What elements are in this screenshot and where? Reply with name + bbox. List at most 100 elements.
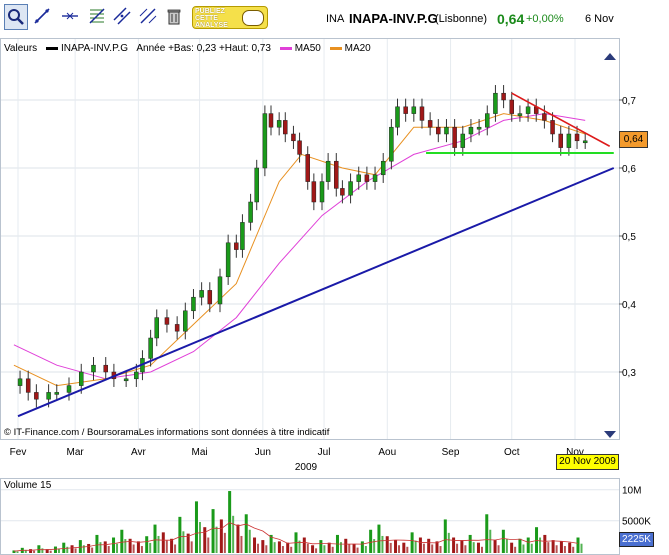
volume-bar [145,536,149,553]
volume-bar [103,541,107,553]
volume-bar [198,522,201,553]
volume-bar [240,535,243,553]
volume-bar [128,538,132,553]
volume-bar [248,529,251,553]
volume-bar [394,540,398,553]
volume-bar [215,526,218,553]
volume-bar [369,529,373,553]
volume-bar [286,542,290,553]
volume-bar [70,545,74,553]
volume-bar [91,547,94,553]
volume-bar [485,514,489,553]
volume-bar [543,534,547,553]
volume-bar [364,546,367,553]
volume-bar [344,538,348,553]
volume-bar [443,519,447,553]
volume-bar [112,537,116,553]
volume-bar [480,546,483,553]
volume-bar [563,546,566,553]
volume-bar [223,532,226,553]
volume-bar [116,543,119,553]
volume-bar [514,546,517,553]
volume-bar [74,548,77,553]
volume-bar [323,545,326,553]
volume-bar [493,540,497,553]
volume-bar [422,543,425,553]
volume-bar [99,542,102,553]
volume-bar [57,549,60,553]
volume-bar [306,543,309,553]
volume-bar [468,534,472,553]
volume-bar [472,542,475,553]
volume-bar [161,532,165,553]
volume-bar [228,491,232,553]
volume-bar [377,524,381,553]
volume-bar [132,544,135,553]
volume-bar [219,519,223,553]
volume-bar [456,543,459,553]
volume-bar [174,544,177,553]
volume-bar [277,541,281,553]
volume-bar [153,524,157,553]
volume-bar [373,539,376,553]
volume-bar [87,543,91,553]
volume-tick-label: 5000K [622,517,651,528]
volume-bar [95,534,99,553]
volume-bar [211,509,215,553]
volume-bar [207,537,210,553]
volume-bar [170,538,174,553]
volume-bar [402,542,406,553]
volume-bar [539,537,542,553]
volume-bar [460,540,464,553]
volume-bar [203,527,207,553]
volume-bar [49,550,52,553]
volume-bar [253,537,257,553]
volume-bar [510,542,514,553]
volume-bar [257,543,260,553]
volume-bar [194,501,198,553]
volume-bar [124,539,127,553]
volume-bar [348,544,351,553]
volume-bar [501,529,505,553]
volume-bar [78,540,82,553]
volume-bar [356,547,359,553]
volume-bar [476,542,480,553]
volume-bar [311,545,315,553]
volume-bar [16,551,19,553]
volume-bar [414,540,417,553]
volume-bar [244,514,248,553]
volume-bar [315,548,318,553]
volume-bar [464,545,467,553]
volume-bar [232,515,235,553]
volume-last-marker: 2225K [619,532,654,547]
volume-bar [319,540,323,553]
volume-bar [530,543,533,553]
volume-bar [37,545,41,553]
volume-bar [157,535,160,553]
volume-bar [427,538,431,553]
volume-bar [547,542,550,553]
volume-bar [53,546,57,553]
volume-bar [41,548,44,553]
volume-bar [33,550,36,553]
volume-bar [360,541,364,553]
volume-bar [505,539,508,553]
volume-bar [82,545,85,553]
volume-bar [572,546,575,553]
volume-bar [182,531,185,553]
volume-bar [439,546,442,553]
volume-bar [410,532,414,553]
volume-bar [522,544,525,553]
volume-bar [497,545,500,553]
volume-bar [327,542,331,553]
volume-bar [576,537,580,553]
volume-bar [265,545,268,553]
volume-title: Volume 15 [4,480,52,491]
volume-bar [273,542,276,553]
volume-tick-label: 10M [622,486,641,497]
volume-bar [62,542,66,553]
volume-bar [418,537,422,553]
volume-bar [431,544,434,553]
volume-bar [165,540,168,553]
volume-bar [136,541,140,553]
